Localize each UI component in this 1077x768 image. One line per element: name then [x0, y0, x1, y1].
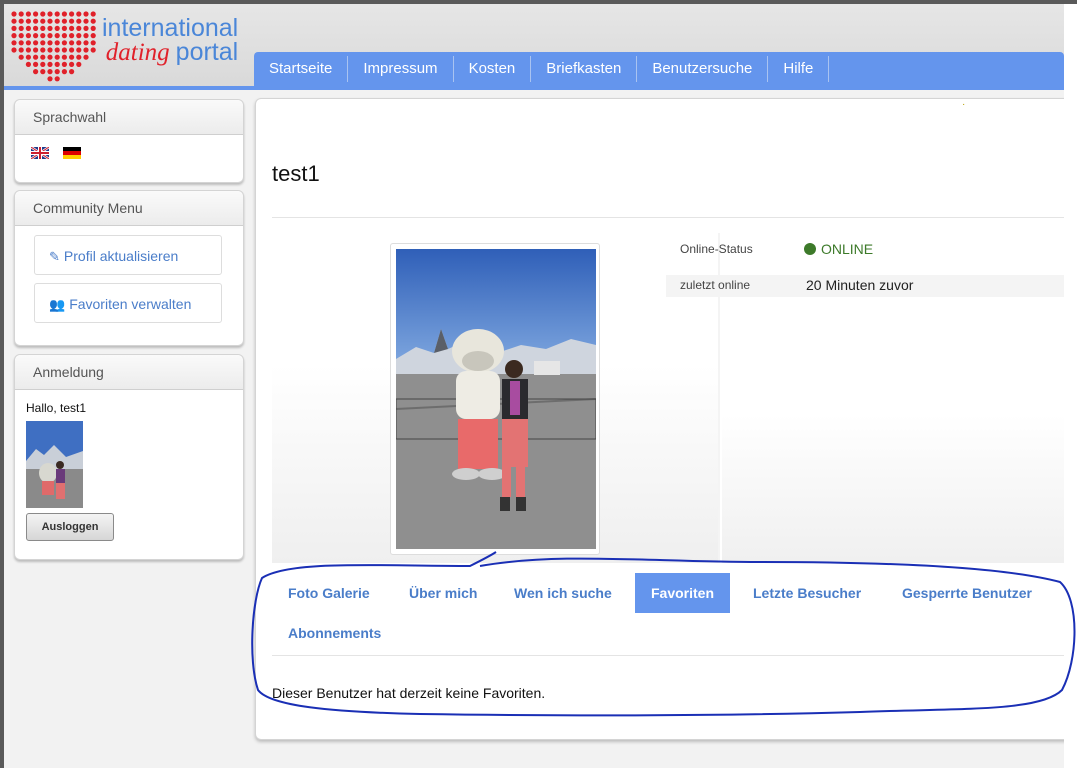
- edit-icon: ✎: [49, 249, 60, 264]
- community-panel: Community Menu ✎ Profil aktualisieren 👥 Fa…: [14, 190, 244, 346]
- tab-ueber-mich[interactable]: Über mich: [393, 573, 493, 613]
- logout-button[interactable]: Ausloggen: [26, 513, 114, 541]
- logo-portal: portal: [175, 38, 239, 66]
- users-icon: 👥: [49, 297, 66, 312]
- nav-briefkasten[interactable]: Briefkasten: [531, 56, 638, 82]
- login-panel-title: Anmeldung: [15, 355, 243, 390]
- page: international dating portal Startseite Im…: [4, 4, 1064, 768]
- tab-wen-ich-suche[interactable]: Wen ich suche: [498, 573, 628, 613]
- header-divider-line: [272, 217, 1064, 218]
- update-profile-button[interactable]: ✎ Profil aktualisieren: [34, 235, 222, 275]
- nav-impressum[interactable]: Impressum: [348, 56, 454, 82]
- nav-kosten[interactable]: Kosten: [454, 56, 532, 82]
- uk-flag-icon[interactable]: [31, 147, 49, 159]
- window-edge-top: [0, 0, 1077, 4]
- main-nav: Startseite Impressum Kosten Briefkasten …: [254, 52, 1064, 86]
- profile-main: · test1 Online-Status ONLINE zuletzt onl…: [255, 98, 1064, 740]
- tab-gesperrte-benutzer[interactable]: Gesperrte Benutzer: [886, 573, 1048, 613]
- header-divider: [4, 86, 1064, 90]
- favorites-empty-message: Dieser Benutzer hat derzeit keine Favori…: [272, 685, 546, 701]
- update-profile-label: Profil aktualisieren: [63, 248, 179, 264]
- online-status-value: ONLINE: [821, 241, 874, 257]
- login-panel: Anmeldung Hallo, test1 Ausloggen: [14, 354, 244, 560]
- manage-favorites-label: Favoriten verwalten: [69, 296, 192, 312]
- logo-dating: dating: [105, 39, 170, 66]
- last-online-label: zuletzt online: [680, 278, 751, 292]
- profile-photo-image: [396, 249, 596, 549]
- site-logo[interactable]: international dating portal: [10, 10, 250, 86]
- tab-letzte-besucher[interactable]: Letzte Besucher: [737, 573, 877, 613]
- german-flag-icon[interactable]: [63, 147, 81, 159]
- language-panel-title: Sprachwahl: [15, 100, 243, 135]
- last-online-value: 20 Minuten zuvor: [806, 277, 914, 293]
- tab-divider-line: [272, 655, 1064, 656]
- nav-benutzersuche[interactable]: Benutzersuche: [637, 56, 769, 82]
- online-status-label: Online-Status: [680, 242, 753, 256]
- tab-favoriten[interactable]: Favoriten: [635, 573, 731, 613]
- profile-name: test1: [272, 161, 320, 186]
- tab-abonnements[interactable]: Abonnements: [272, 613, 397, 653]
- online-status-row: Online-Status ONLINE: [666, 239, 1064, 261]
- nav-hilfe[interactable]: Hilfe: [768, 56, 830, 82]
- heart-logo-icon: [11, 11, 96, 82]
- avatar[interactable]: [26, 421, 83, 508]
- tab-foto-galerie[interactable]: Foto Galerie: [272, 573, 386, 613]
- logo-line1: international: [102, 14, 239, 42]
- manage-favorites-button[interactable]: 👥 Favoriten verwalten: [34, 283, 222, 323]
- language-panel: Sprachwahl: [14, 99, 244, 183]
- window-edge-left: [0, 0, 4, 768]
- header: international dating portal Startseite Im…: [4, 4, 1064, 90]
- community-panel-title: Community Menu: [15, 191, 243, 226]
- profile-photo[interactable]: [390, 243, 600, 555]
- nav-startseite[interactable]: Startseite: [254, 56, 349, 82]
- greeting-text: Hallo, test1: [26, 401, 87, 415]
- last-online-row: zuletzt online 20 Minuten zuvor: [666, 275, 1064, 297]
- dot-marker: ·: [962, 99, 966, 110]
- online-dot-icon: [804, 243, 816, 255]
- logo-text: international dating portal: [102, 14, 239, 66]
